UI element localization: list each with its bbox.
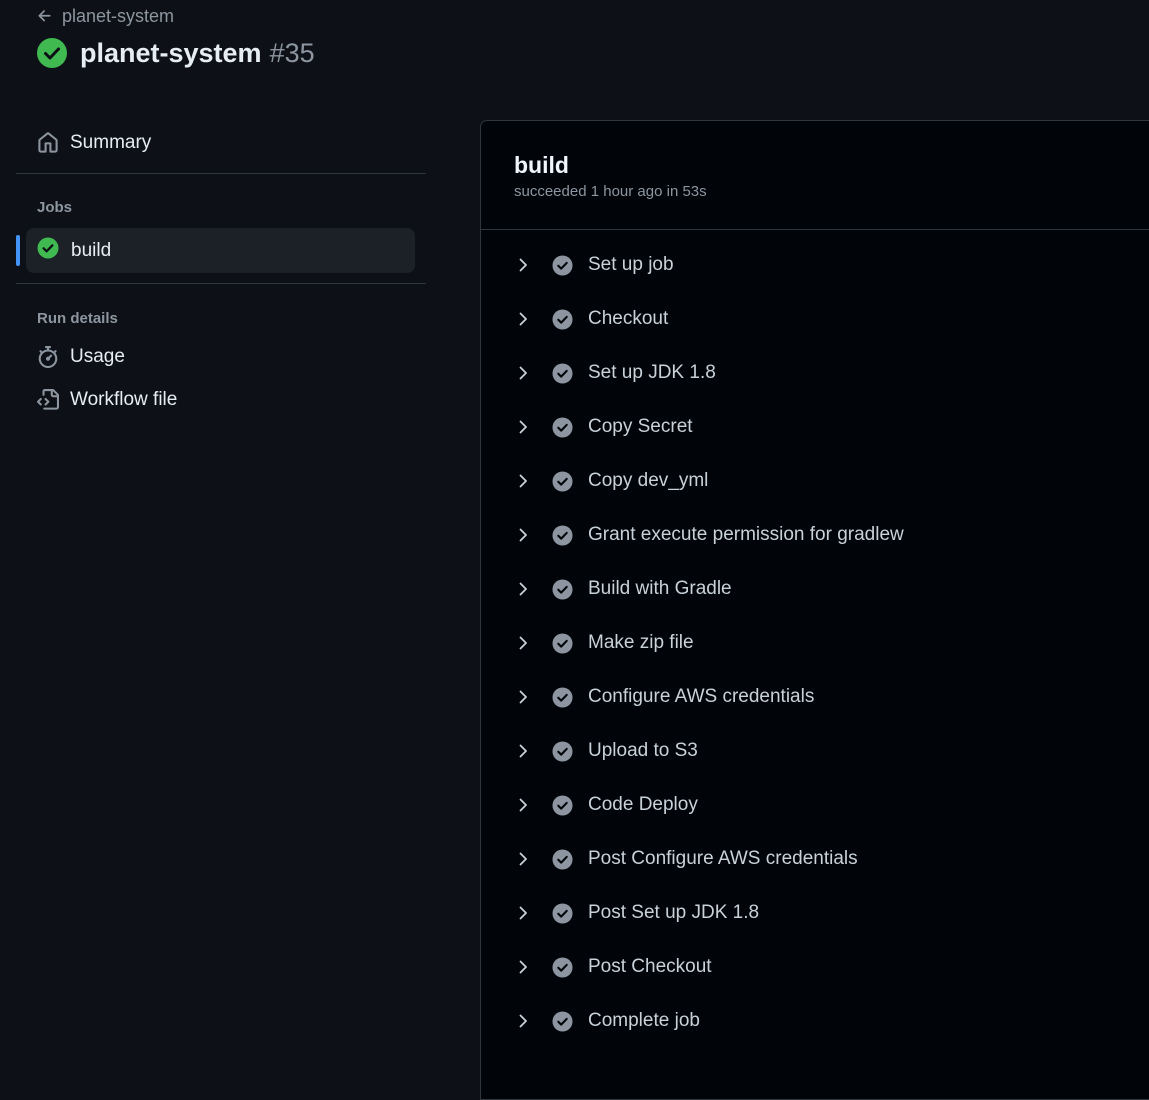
check-circle-fill-icon (552, 956, 573, 978)
check-circle-fill-icon (552, 416, 573, 438)
run-title: planet-system #35 (36, 32, 315, 74)
check-circle-fill-icon (552, 902, 573, 924)
check-circle-fill-icon (552, 848, 573, 870)
chevron-right-icon[interactable] (515, 257, 537, 273)
step-name: Build with Gradle (588, 578, 732, 599)
check-circle-fill-icon (552, 524, 573, 546)
sidebar-item-workflow-file[interactable]: Workflow file (16, 378, 426, 421)
chevron-right-icon[interactable] (515, 365, 537, 381)
job-title: build (514, 152, 569, 178)
step-name: Complete job (588, 1010, 700, 1031)
step-name: Post Configure AWS credentials (588, 848, 858, 869)
check-circle-fill-icon (552, 578, 573, 600)
chevron-right-icon[interactable] (515, 473, 537, 489)
chevron-right-icon[interactable] (515, 959, 537, 975)
step-row[interactable]: Set up JDK 1.8 (481, 346, 1149, 400)
step-row[interactable]: Configure AWS credentials (481, 670, 1149, 724)
chevron-right-icon[interactable] (515, 1013, 537, 1029)
step-row[interactable]: Copy dev_yml (481, 454, 1149, 508)
step-row[interactable]: Post Checkout (481, 940, 1149, 994)
step-row[interactable]: Grant execute permission for gradlew (481, 508, 1149, 562)
chevron-right-icon[interactable] (515, 419, 537, 435)
chevron-right-icon[interactable] (515, 743, 537, 759)
check-circle-fill-icon (552, 1010, 573, 1032)
run-details-heading: Run details (37, 310, 118, 327)
chevron-right-icon[interactable] (515, 905, 537, 921)
sidebar-item-label: Usage (70, 345, 125, 367)
chevron-right-icon[interactable] (515, 851, 537, 867)
check-circle-fill-icon (552, 362, 573, 384)
jobs-heading: Jobs (37, 199, 73, 216)
step-name: Copy dev_yml (588, 470, 709, 491)
chevron-right-icon[interactable] (515, 689, 537, 705)
job-status-text: succeeded 1 hour ago in 53s (514, 183, 707, 200)
step-name: Upload to S3 (588, 740, 698, 761)
step-name: Post Checkout (588, 956, 712, 977)
step-row[interactable]: Post Configure AWS credentials (481, 832, 1149, 886)
arrow-left-icon (36, 7, 54, 25)
step-name: Checkout (588, 308, 669, 329)
step-name: Grant execute permission for gradlew (588, 524, 904, 545)
divider (16, 173, 426, 174)
sidebar-item-usage[interactable]: Usage (16, 335, 426, 378)
check-circle-fill-icon (36, 37, 68, 69)
sidebar-item-label: Summary (70, 132, 152, 153)
file-code-icon (37, 388, 59, 411)
step-name: Make zip file (588, 632, 694, 653)
sidebar-item-label: build (71, 239, 112, 261)
check-circle-fill-icon (552, 470, 573, 492)
chevron-right-icon[interactable] (515, 311, 537, 327)
chevron-right-icon[interactable] (515, 527, 537, 543)
step-row[interactable]: Code Deploy (481, 778, 1149, 832)
step-name: Configure AWS credentials (588, 686, 815, 707)
sidebar: Summary Jobs build Run details Usage Wor… (16, 118, 426, 421)
steps-list: Set up job Checkout Set up JDK 1.8 Copy … (481, 230, 1149, 1048)
home-icon (37, 132, 59, 154)
step-row[interactable]: Post Set up JDK 1.8 (481, 886, 1149, 940)
back-link[interactable]: planet-system (36, 4, 174, 28)
check-circle-fill-icon (552, 794, 573, 816)
check-circle-fill-icon (37, 237, 59, 265)
step-name: Code Deploy (588, 794, 698, 815)
stopwatch-icon (37, 345, 59, 368)
step-row[interactable]: Set up job (481, 238, 1149, 292)
check-circle-fill-icon (552, 686, 573, 708)
chevron-right-icon[interactable] (515, 581, 537, 597)
check-circle-fill-icon (552, 254, 573, 276)
chevron-right-icon[interactable] (515, 635, 537, 651)
check-circle-fill-icon (552, 308, 573, 330)
step-row[interactable]: Upload to S3 (481, 724, 1149, 778)
step-row[interactable]: Copy Secret (481, 400, 1149, 454)
run-title-name: planet-system (80, 37, 262, 68)
job-panel: build succeeded 1 hour ago in 53s Set up… (480, 120, 1149, 1100)
sidebar-item-summary[interactable]: Summary (16, 118, 426, 168)
check-circle-fill-icon (552, 740, 573, 762)
step-row[interactable]: Complete job (481, 994, 1149, 1048)
step-name: Set up JDK 1.8 (588, 362, 716, 383)
check-circle-fill-icon (552, 632, 573, 654)
step-row[interactable]: Checkout (481, 292, 1149, 346)
divider (16, 283, 426, 284)
sidebar-item-label: Workflow file (70, 388, 178, 410)
run-number: #35 (269, 37, 315, 68)
step-name: Post Set up JDK 1.8 (588, 902, 760, 923)
sidebar-item-build[interactable]: build (16, 228, 426, 273)
step-row[interactable]: Make zip file (481, 616, 1149, 670)
step-name: Copy Secret (588, 416, 693, 437)
back-link-label: planet-system (62, 5, 175, 26)
job-header: build succeeded 1 hour ago in 53s (481, 121, 1149, 230)
chevron-right-icon[interactable] (515, 797, 537, 813)
step-name: Set up job (588, 254, 674, 275)
active-indicator (16, 235, 20, 266)
step-row[interactable]: Build with Gradle (481, 562, 1149, 616)
